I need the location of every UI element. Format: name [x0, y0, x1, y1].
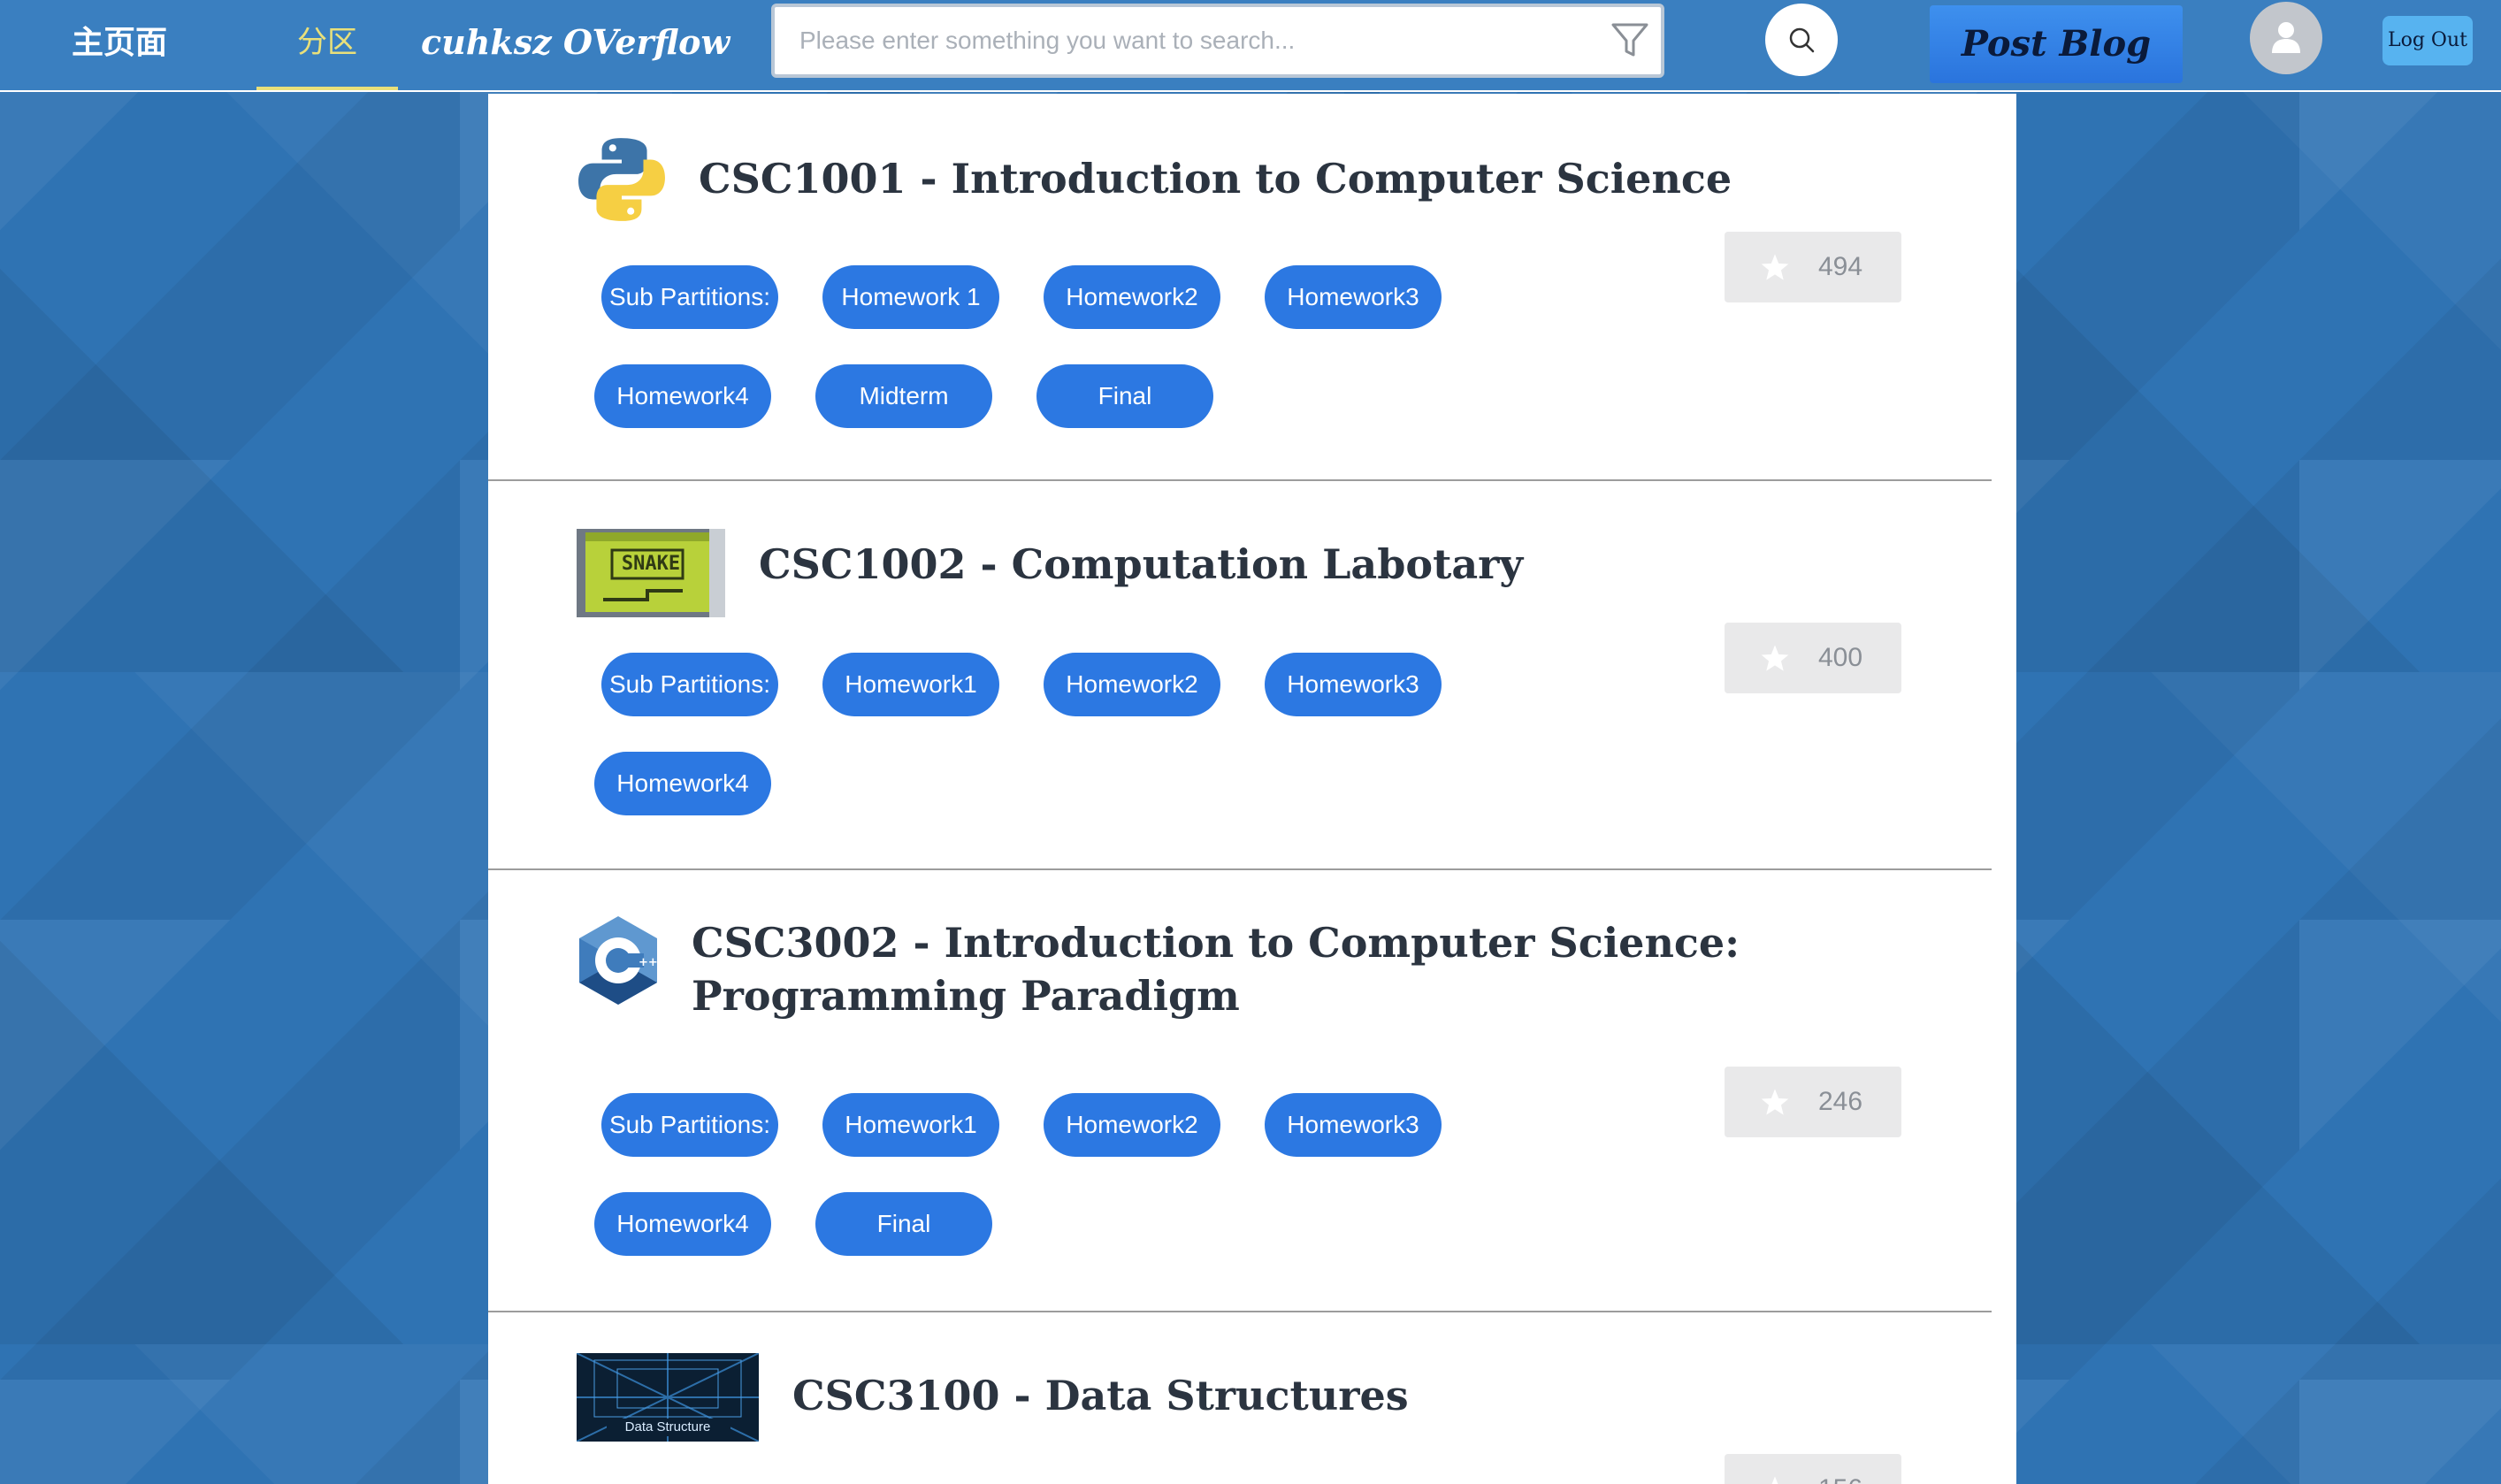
top-navbar: 主页面 分区 cuhksz OVerflow Post Blog Log Out — [0, 0, 2501, 92]
tag-final[interactable]: Final — [815, 1192, 992, 1256]
course-title[interactable]: CSC1001 - Introduction to Computer Scien… — [699, 152, 1732, 205]
star-button[interactable]: 400 — [1725, 623, 1901, 693]
nav-partition[interactable]: 分区 — [256, 16, 398, 90]
course-title[interactable]: CSC1002 - Computation Labotary — [759, 538, 1523, 591]
tag-sub-partitions: Sub Partitions: — [601, 265, 778, 329]
search-button[interactable] — [1765, 4, 1838, 76]
data-structure-label: Data Structure — [624, 1419, 711, 1434]
course-title-line2[interactable]: Programming Paradigm — [692, 969, 1240, 1022]
search-input[interactable] — [799, 21, 1578, 60]
tag-homework3[interactable]: Homework3 — [1265, 1093, 1442, 1157]
filter-icon[interactable] — [1610, 19, 1650, 60]
tag-sub-partitions: Sub Partitions: — [601, 653, 778, 716]
post-blog-button[interactable]: Post Blog — [1930, 5, 2183, 83]
data-structure-image-icon[interactable]: Data Structure — [577, 1353, 759, 1442]
tag-final[interactable]: Final — [1036, 364, 1213, 428]
tag-homework3[interactable]: Homework3 — [1265, 265, 1442, 329]
star-count: 400 — [1818, 643, 1863, 672]
tag-homework1[interactable]: Homework1 — [822, 653, 999, 716]
tag-homework4[interactable]: Homework4 — [594, 364, 771, 428]
course-card: CSC1001 - Introduction to Computer Scien… — [488, 94, 1992, 481]
course-title-line1[interactable]: CSC3002 - Introduction to Computer Scien… — [692, 916, 1740, 969]
cpp-logo-icon[interactable]: ++ — [577, 914, 660, 1006]
snake-game-icon[interactable]: SNAKE — [577, 529, 725, 617]
snake-label: SNAKE — [621, 553, 681, 575]
star-icon — [1761, 645, 1789, 671]
star-count: 246 — [1818, 1087, 1863, 1116]
course-card: SNAKE CSC1002 - Computation Labotary Sub… — [488, 481, 1992, 870]
star-count: 494 — [1818, 252, 1863, 281]
svg-text:++: ++ — [639, 956, 658, 969]
tag-homework4[interactable]: Homework4 — [594, 752, 771, 815]
star-icon — [1761, 1089, 1789, 1115]
star-icon — [1771, 1476, 1778, 1484]
nav-home[interactable]: 主页面 — [62, 16, 177, 69]
tag-homework2[interactable]: Homework2 — [1044, 653, 1220, 716]
course-list-panel: CSC1001 - Introduction to Computer Scien… — [488, 94, 2016, 1484]
tag-homework1[interactable]: Homework1 — [822, 1093, 999, 1157]
python-logo-icon[interactable] — [577, 134, 667, 225]
star-button[interactable]: 156 — [1725, 1454, 1901, 1484]
tag-homework4[interactable]: Homework4 — [594, 1192, 771, 1256]
star-count: 156 — [1818, 1454, 1862, 1484]
search-icon — [1789, 27, 1815, 53]
tag-homework1[interactable]: Homework 1 — [822, 265, 999, 329]
tag-sub-partitions: Sub Partitions: — [601, 1093, 778, 1157]
user-icon — [2272, 22, 2300, 53]
tag-homework3[interactable]: Homework3 — [1265, 653, 1442, 716]
star-button[interactable]: 246 — [1725, 1067, 1901, 1137]
star-icon — [1761, 254, 1789, 280]
tag-homework2[interactable]: Homework2 — [1044, 265, 1220, 329]
course-title[interactable]: CSC3100 - Data Structures — [792, 1369, 1409, 1422]
avatar[interactable] — [2250, 2, 2322, 74]
course-card: Data Structure CSC3100 - Data Structures… — [488, 1312, 1992, 1484]
logout-button[interactable]: Log Out — [2382, 16, 2473, 65]
tag-homework2[interactable]: Homework2 — [1044, 1093, 1220, 1157]
course-card: ++ CSC3002 - Introduction to Computer Sc… — [488, 870, 1992, 1312]
search-box — [771, 4, 1664, 78]
tag-midterm[interactable]: Midterm — [815, 364, 992, 428]
star-button[interactable]: 494 — [1725, 232, 1901, 302]
brand-logo[interactable]: cuhksz OVerflow — [421, 14, 730, 71]
